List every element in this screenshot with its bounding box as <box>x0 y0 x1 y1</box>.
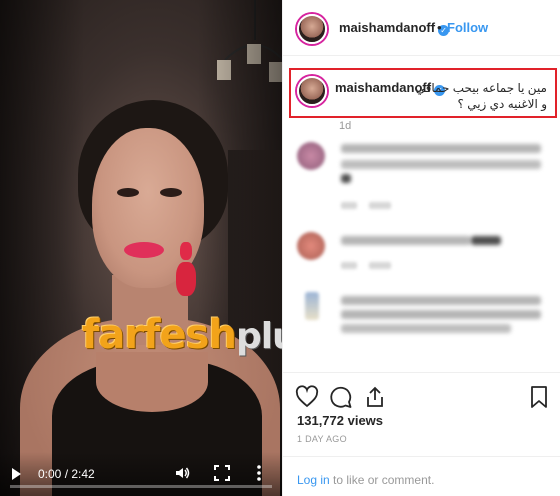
comment-text-blurred <box>341 324 511 333</box>
earring <box>176 262 196 296</box>
comment-text-blurred <box>341 174 351 183</box>
comment-avatar <box>297 142 325 170</box>
caption-text-line2: و الاغنيه دي زيي ؟ <box>457 97 547 111</box>
bookmark-icon[interactable] <box>527 385 551 409</box>
comment-bar: Log in to like or comment. <box>283 456 560 496</box>
post-date: 1 DAY AGO <box>297 434 347 444</box>
comment-text-blurred <box>341 160 541 169</box>
person-eye-left <box>117 188 139 197</box>
comment-text-blurred <box>341 236 471 245</box>
header-separator: • <box>437 20 442 35</box>
comment-meta-blurred <box>369 262 391 269</box>
comment-text-blurred <box>341 144 541 153</box>
share-icon[interactable] <box>363 385 387 409</box>
comment-text-blurred <box>341 310 541 319</box>
earring-top <box>180 242 192 260</box>
person-eye-right <box>160 188 182 197</box>
watermark-logo: farfeshplus.com <box>82 312 282 358</box>
login-prompt-text: to like or comment. <box>329 473 435 487</box>
follow-button[interactable]: Follow <box>447 20 488 35</box>
comment-meta-blurred <box>369 202 391 209</box>
caption-text-line1: مين يا جماعه بيحب حماقي <box>415 81 547 95</box>
watermark-main: farfesh <box>82 312 237 358</box>
view-count[interactable]: 131,772 views <box>297 413 383 428</box>
avatar[interactable] <box>297 14 327 44</box>
post-header: maishamdanoff ✓ • Follow <box>283 0 560 56</box>
caption-highlight-box: maishamdanoff ✓ مين يا جماعه بيحب حماقي و… <box>289 68 557 118</box>
header-username[interactable]: maishamdanoff ✓ <box>339 20 450 36</box>
comment-meta-blurred <box>341 202 357 209</box>
comment-item <box>283 288 560 368</box>
video-player[interactable]: farfeshplus.com 0:00 / 2:42 <box>0 0 282 496</box>
comment-avatar <box>297 232 325 260</box>
comment-item <box>283 138 560 218</box>
video-time: 0:00 / 2:42 <box>38 467 95 481</box>
comment-text-blurred <box>341 296 541 305</box>
login-prompt: Log in to like or comment. <box>297 473 434 487</box>
comment-meta-blurred <box>341 262 357 269</box>
heart-icon[interactable] <box>295 385 319 409</box>
fullscreen-icon[interactable] <box>214 465 230 481</box>
comment-avatar <box>305 292 319 320</box>
person-neckline <box>96 352 208 412</box>
more-options-icon[interactable] <box>256 464 262 482</box>
video-progress-bar[interactable] <box>10 485 272 488</box>
header-username-text[interactable]: maishamdanoff <box>339 20 435 35</box>
play-icon[interactable] <box>12 468 21 480</box>
login-link[interactable]: Log in <box>297 473 330 487</box>
post-panel: maishamdanoff ✓ • Follow maishamdanoff ✓ م… <box>282 0 560 496</box>
comment-icon[interactable] <box>329 385 353 409</box>
video-controls: 0:00 / 2:42 <box>0 452 282 496</box>
comment-text-blurred <box>471 236 501 245</box>
watermark-plus: plus.com <box>235 316 282 357</box>
volume-icon[interactable] <box>174 465 190 481</box>
caption-avatar[interactable] <box>297 76 327 106</box>
person-lips <box>124 242 164 258</box>
caption-age: 1d <box>339 120 352 132</box>
